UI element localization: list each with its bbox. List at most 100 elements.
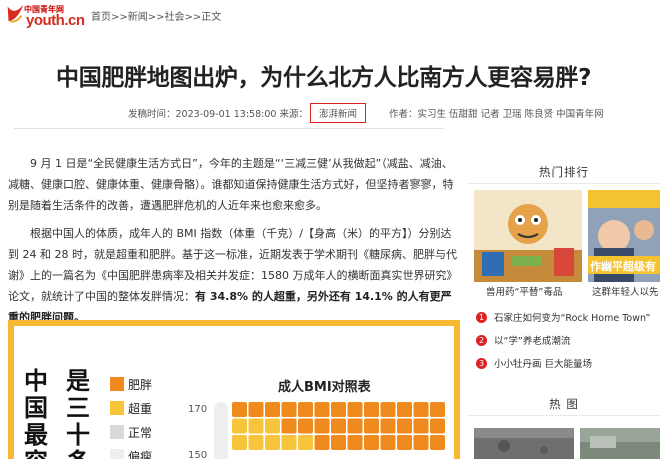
bmi-grid-cell xyxy=(364,435,379,450)
legend-swatch-obese xyxy=(110,377,124,391)
rank-text[interactable]: 以“学”养老成潮流 xyxy=(494,333,570,347)
source-label: 来源： xyxy=(279,109,308,120)
article-title: 中国肥胖地图出炉，为什么北方人比南方人更容易胖? xyxy=(56,65,592,91)
bmi-grid-cell xyxy=(232,435,247,450)
bmi-grid-cell xyxy=(347,402,363,417)
landscape-photo-image xyxy=(580,428,660,459)
hot-photo-header: 热 图 xyxy=(468,396,660,416)
breadcrumb-home[interactable]: 首页 xyxy=(91,12,111,23)
rank-text[interactable]: 石家庄如何变为“Rock Home Town” xyxy=(494,310,650,324)
photo-thumb-1[interactable] xyxy=(474,428,574,459)
bmi-grid-cell xyxy=(413,402,429,417)
site-logo[interactable]: 中国青年网 youth.cn xyxy=(4,3,85,29)
bmi-grid-cell xyxy=(281,402,297,417)
breadcrumb: 首页>>新闻>>社会>>正文 xyxy=(91,8,221,23)
bmi-grid-cell xyxy=(331,435,346,450)
bmi-grid-cell xyxy=(331,418,346,434)
bmi-grid-cell xyxy=(314,402,330,417)
hot-rank-item-2[interactable]: 2 以“学”养老成潮流 xyxy=(476,333,570,347)
bmi-grid-cell xyxy=(314,418,330,434)
article-meta: 发稿时间：2023-09-01 13:58:00 来源： 澎湃新闻 作者：实习生 … xyxy=(128,103,604,123)
hot-rank-item-1[interactable]: 1 石家庄如何变为“Rock Home Town” xyxy=(476,310,650,324)
top-bar: 中国青年网 youth.cn 首页>>新闻>>社会>>正文 xyxy=(0,0,660,30)
legend-label: 肥胖 xyxy=(128,377,153,392)
rank-number: 1 xyxy=(476,311,487,323)
paragraph-1: 9 月 1 日是“全民健康生活方式日”，今年的主题是“‘三减三健’从我做起”（减… xyxy=(8,157,454,212)
legend-item: 偏瘦 xyxy=(110,444,152,459)
bmi-grid-cell xyxy=(397,402,412,417)
hot-thumb-2[interactable]: 作幽平超级有 xyxy=(588,190,660,282)
legend-label: 超重 xyxy=(128,401,153,416)
bmi-grid-cell xyxy=(265,418,280,434)
bmi-grid-cell xyxy=(232,402,247,417)
legend-swatch-overweight xyxy=(110,401,124,415)
bmi-grid-cell xyxy=(248,418,264,434)
title-divider xyxy=(14,128,444,129)
cartoon-image xyxy=(474,190,582,282)
breadcrumb-news[interactable]: 新闻 xyxy=(128,12,148,23)
bmi-grid-axis-bar xyxy=(214,402,228,459)
infographic-vertical-text-a: 中国最容 xyxy=(24,367,48,459)
breadcrumb-separator: >> xyxy=(184,12,202,23)
legend-label: 正常 xyxy=(128,425,153,440)
bmi-grid-cell xyxy=(430,418,445,434)
bmi-grid-cell xyxy=(248,402,264,417)
bmi-grid-cell xyxy=(347,435,363,450)
bmi-grid-cell xyxy=(397,435,412,450)
legend-swatch-underweight xyxy=(110,449,124,459)
bmi-grid-cell xyxy=(298,418,313,434)
bmi-grid-cell xyxy=(281,418,297,434)
rank-number: 3 xyxy=(476,357,487,369)
paragraph-2: 根据中国人的体质，成年人的 BMI 指数（体重（千克）/【身高（米）的平方】）分… xyxy=(8,223,462,328)
hot-thumb-1-caption[interactable]: 兽用药“平替”毒品 xyxy=(486,284,562,298)
bmi-grid-cell xyxy=(281,435,297,450)
bmi-chart-title: 成人BMI对照表 xyxy=(278,380,371,395)
hot-thumb-1[interactable] xyxy=(474,190,582,282)
hot-rank-item-3[interactable]: 3 小小牡丹画 巨大能量场 xyxy=(476,356,592,370)
bmi-grid-cell xyxy=(265,402,280,417)
moon-photo-image xyxy=(474,428,574,459)
bmi-grid-cell xyxy=(265,435,280,450)
breadcrumb-separator: >> xyxy=(147,12,165,23)
hot-ranking-header: 热门排行 xyxy=(468,164,660,184)
bmi-grid-cell xyxy=(430,435,445,450)
photo-thumb-2[interactable] xyxy=(580,428,660,459)
bmi-grid-cell xyxy=(232,418,247,434)
source-name[interactable]: 澎湃新闻 xyxy=(319,109,357,120)
bmi-grid-cell xyxy=(413,435,429,450)
bmi-grid-cell xyxy=(380,435,396,450)
breadcrumb-current: 正文 xyxy=(201,12,222,23)
logo-en-text: youth.cn xyxy=(26,12,85,29)
source-highlight: 澎湃新闻 xyxy=(309,103,366,123)
bmi-grid-cell xyxy=(380,402,396,417)
legend-item: 正常 xyxy=(110,420,152,444)
bmi-grid-cell xyxy=(298,402,313,417)
legend-item: 超重 xyxy=(110,396,152,420)
bmi-grid-cell xyxy=(430,402,445,417)
infographic-legend: 肥胖 超重 正常 偏瘦 xyxy=(110,372,152,459)
legend-label: 偏瘦 xyxy=(128,449,153,459)
logo-swoosh-icon xyxy=(7,4,24,23)
author-label: 作者： xyxy=(389,109,418,120)
bmi-grid-cell xyxy=(347,418,363,434)
bmi-grid-cell xyxy=(248,435,264,450)
article-body: 9 月 1 日是“全民健康生活方式日”，今年的主题是“‘三减三健’从我做起”（减… xyxy=(8,153,462,335)
thumb-overlay-text: 作幽平超级有 xyxy=(590,260,656,273)
bmi-grid-cell xyxy=(413,418,429,434)
breadcrumb-separator: >> xyxy=(111,12,128,23)
bmi-grid-cell xyxy=(364,418,379,434)
breadcrumb-society[interactable]: 社会 xyxy=(165,12,185,23)
rank-text[interactable]: 小小牡丹画 巨大能量场 xyxy=(494,356,592,370)
hot-thumb-2-caption[interactable]: 这群年轻人以先 xyxy=(592,284,659,298)
bmi-grid-cell xyxy=(364,402,379,417)
infographic-vertical-text-b: 是三十多 xyxy=(66,367,90,459)
bmi-grid-cell xyxy=(331,402,346,417)
bmi-grid-cell xyxy=(314,435,330,450)
bmi-infographic: 中国最容 是三十多 肥胖 超重 正常 偏瘦 成人BMI对照表 170 150 xyxy=(8,320,460,459)
author-names: 实习生 伍甜甜 记者 卫瑶 陈良贤 中国青年网 xyxy=(417,109,604,120)
rank-number: 2 xyxy=(476,334,487,346)
bmi-grid-cell xyxy=(380,418,396,434)
bmi-grid-chart: 170 150 xyxy=(188,402,445,459)
bmi-grid-cell xyxy=(397,418,412,434)
y-tick-150: 150 xyxy=(188,450,207,459)
